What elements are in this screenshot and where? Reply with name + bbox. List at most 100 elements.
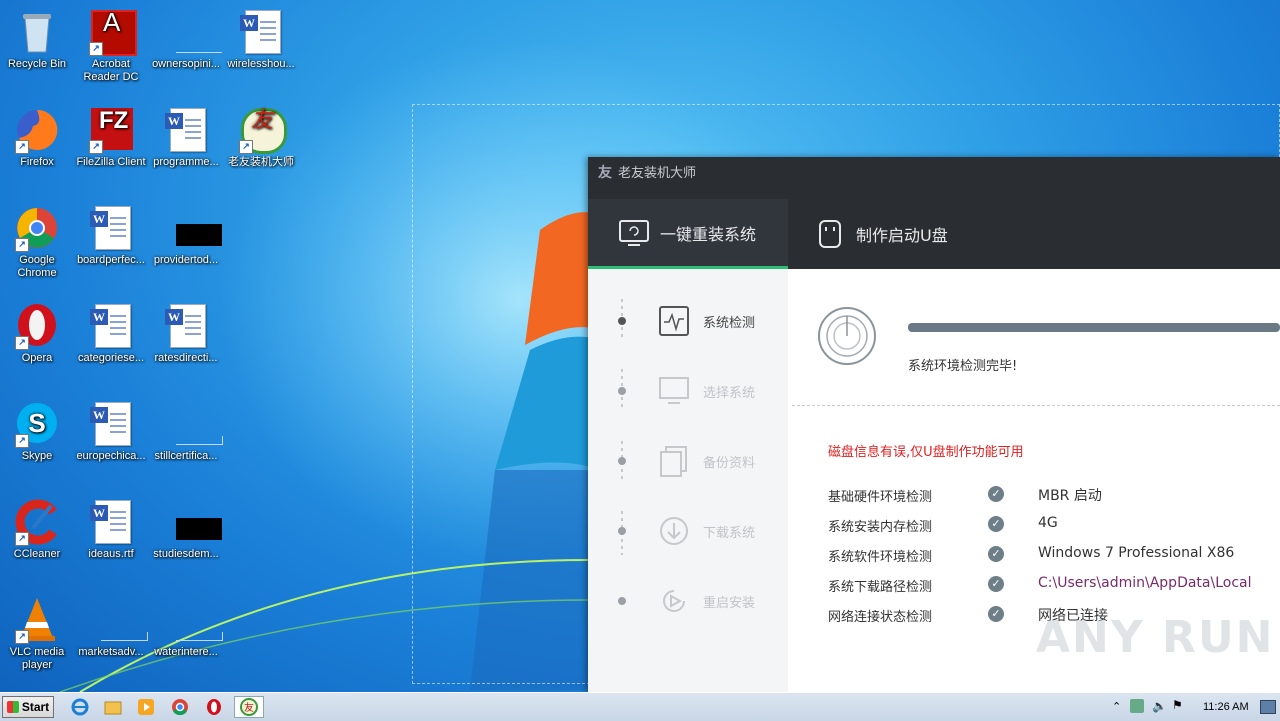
desktop-icon-label: FileZilla Client [76, 156, 146, 168]
desktop-icon-firefox[interactable]: ↗ Firefox [0, 106, 74, 169]
desktop-icon-skype[interactable]: S ↗ Skype [0, 400, 74, 463]
step-select-system: 选择系统 [588, 371, 788, 411]
check-row-memory: 系统安装内存检测 ✓ 4G [828, 515, 1058, 535]
chrome-icon: ↗ [13, 204, 61, 252]
desktop-icon-label: europechica... [76, 450, 146, 462]
tray-expand-icon[interactable]: ⌃ [1112, 700, 1121, 713]
taskbar-media-player-icon[interactable] [134, 696, 158, 718]
desktop-icon-label: ownersopini... [152, 58, 220, 70]
usb-drive-icon [814, 219, 846, 249]
word-document-icon: W [87, 302, 135, 350]
blank-file-icon [162, 498, 222, 546]
desktop-icon-label: marketsadv... [78, 646, 144, 658]
desktop-icon-label: Skype [21, 450, 53, 462]
monitor-refresh-icon [618, 218, 650, 248]
tray-network-icon[interactable] [1130, 699, 1144, 713]
desktop-icon-wirelesshou[interactable]: W wirelesshou... [224, 8, 298, 71]
svg-text:友: 友 [244, 701, 254, 714]
desktop-icon-studiesdem[interactable]: studiesdem... [149, 498, 223, 561]
download-path-link[interactable]: C:\Users\admin\AppData\Local [1038, 575, 1278, 591]
tab-make-usb-boot[interactable]: 制作启动U盘 [814, 199, 1014, 269]
monitor-icon [658, 375, 690, 407]
desktop-icon-label: CCleaner [13, 548, 61, 560]
desktop-icon-label: wirelesshou... [227, 58, 295, 70]
desktop-icon-label: VLC media player [9, 646, 65, 671]
desktop-icon-programme[interactable]: W programme... [149, 106, 223, 169]
step-label: 下载系统 [703, 525, 756, 541]
firefox-icon: ↗ [13, 106, 61, 154]
desktop-icon-label: 老友装机大师 [228, 156, 294, 168]
word-document-icon: W [87, 400, 135, 448]
desktop-icon-acrobat[interactable]: A ↗ Acrobat Reader DC [74, 8, 148, 84]
download-circle-icon [658, 515, 690, 547]
taskbar-opera-icon[interactable] [202, 696, 226, 718]
desktop-icon-ownersopini[interactable]: ownersopini... [149, 8, 223, 71]
pulse-monitor-icon [658, 305, 690, 337]
taskbar-clock[interactable]: 11:26 AM [1203, 701, 1249, 713]
step-system-check: 系统检测 [588, 301, 788, 341]
word-document-icon: W [87, 204, 135, 252]
start-button[interactable]: Start [2, 696, 54, 718]
desktop-icon-label: stillcertifica... [154, 450, 218, 462]
desktop-icon-providertod[interactable]: providertod... [149, 204, 223, 267]
desktop-icon-opera[interactable]: ↗ Opera [0, 302, 74, 365]
taskbar-laoyou-icon[interactable]: 友 [234, 696, 264, 718]
filezilla-icon: FZ ↗ [87, 106, 135, 154]
word-document-icon: W [162, 302, 210, 350]
check-ok-icon: ✓ [988, 516, 1004, 532]
desktop-icon-laoyou[interactable]: 友 ↗ 老友装机大师 [224, 106, 298, 169]
ccleaner-icon: ↗ [13, 498, 61, 546]
taskbar-chrome-icon[interactable] [168, 696, 192, 718]
tray-sound-icon[interactable]: 🔈 [1152, 699, 1167, 713]
check-ok-icon: ✓ [988, 576, 1004, 592]
step-label: 备份资料 [703, 455, 756, 471]
desktop-icon-filezilla[interactable]: FZ ↗ FileZilla Client [74, 106, 148, 169]
check-progress-bar [908, 323, 1280, 332]
window-title: 老友装机大师 [618, 166, 697, 181]
desktop-icon-ratesdirecti[interactable]: W ratesdirecti... [149, 302, 223, 365]
acrobat-icon: A ↗ [87, 8, 137, 56]
window-titlebar[interactable]: 友 老友装机大师 [588, 157, 1280, 199]
taskbar-ie-icon[interactable] [68, 696, 92, 718]
desktop-icon-stillcertifica[interactable]: stillcertifica... [149, 400, 223, 463]
scan-radar-icon [818, 307, 876, 365]
tray-flag-icon[interactable]: ⚑ [1172, 698, 1183, 712]
disk-error-message: 磁盘信息有误,仅U盘制作功能可用 [828, 445, 1024, 460]
blank-file-icon [162, 8, 222, 56]
system-tray: ⌃ 🔈 ⚑ [1100, 693, 1280, 721]
step-label: 系统检测 [703, 315, 756, 331]
check-row-hardware: 基础硬件环境检测 ✓ MBR 启动 [828, 486, 1102, 505]
desktop-icon-boardperfec[interactable]: W boardperfec... [74, 204, 148, 267]
step-label: 重启安装 [703, 595, 756, 611]
laoyou-app-icon: 友 ↗ [237, 106, 287, 154]
taskbar: Start 友 ⌃ 🔈 ⚑ 11:26 AM [0, 692, 1280, 721]
tab-label: 一键重装系统 [660, 224, 757, 244]
taskbar-explorer-icon[interactable] [101, 696, 125, 718]
step-label: 选择系统 [703, 385, 756, 401]
desktop-icon-ccleaner[interactable]: ↗ CCleaner [0, 498, 74, 561]
check-status-text: 系统环境检测完毕! [908, 359, 1018, 374]
opera-icon: ↗ [13, 302, 61, 350]
check-row-software: 系统软件环境检测 ✓ Windows 7 Professional X86 [828, 545, 1235, 565]
step-restart-install: 重启安装 [588, 581, 788, 621]
desktop-icon-recycle-bin[interactable]: Recycle Bin [0, 8, 74, 71]
desktop-icon-label: ideaus.rtf [88, 548, 134, 560]
desktop-icon-ideaus[interactable]: W ideaus.rtf [74, 498, 148, 561]
desktop-icon-chrome[interactable]: ↗ Google Chrome [0, 204, 74, 280]
svg-text:S: S [28, 408, 45, 438]
desktop-icon-label: boardperfec... [77, 254, 145, 266]
desktop-icon-label: Recycle Bin [7, 58, 67, 70]
desktop-icon-marketsadv[interactable]: marketsadv... [74, 596, 148, 659]
desktop-icon-vlc[interactable]: ↗ VLC media player [0, 596, 74, 672]
desktop-icon-label: Google Chrome [17, 254, 57, 279]
blank-file-icon [162, 204, 222, 252]
show-desktop-icon[interactable] [1260, 700, 1276, 714]
word-document-icon: W [162, 106, 210, 154]
restart-play-icon [658, 585, 690, 617]
check-ok-icon: ✓ [988, 486, 1004, 502]
tab-one-click-reinstall[interactable]: 一键重装系统 [588, 199, 788, 269]
documents-icon [658, 445, 690, 477]
desktop-icon-waterintere[interactable]: waterintere... [149, 596, 223, 659]
desktop-icon-europechica[interactable]: W europechica... [74, 400, 148, 463]
desktop-icon-categoriese[interactable]: W categoriese... [74, 302, 148, 365]
